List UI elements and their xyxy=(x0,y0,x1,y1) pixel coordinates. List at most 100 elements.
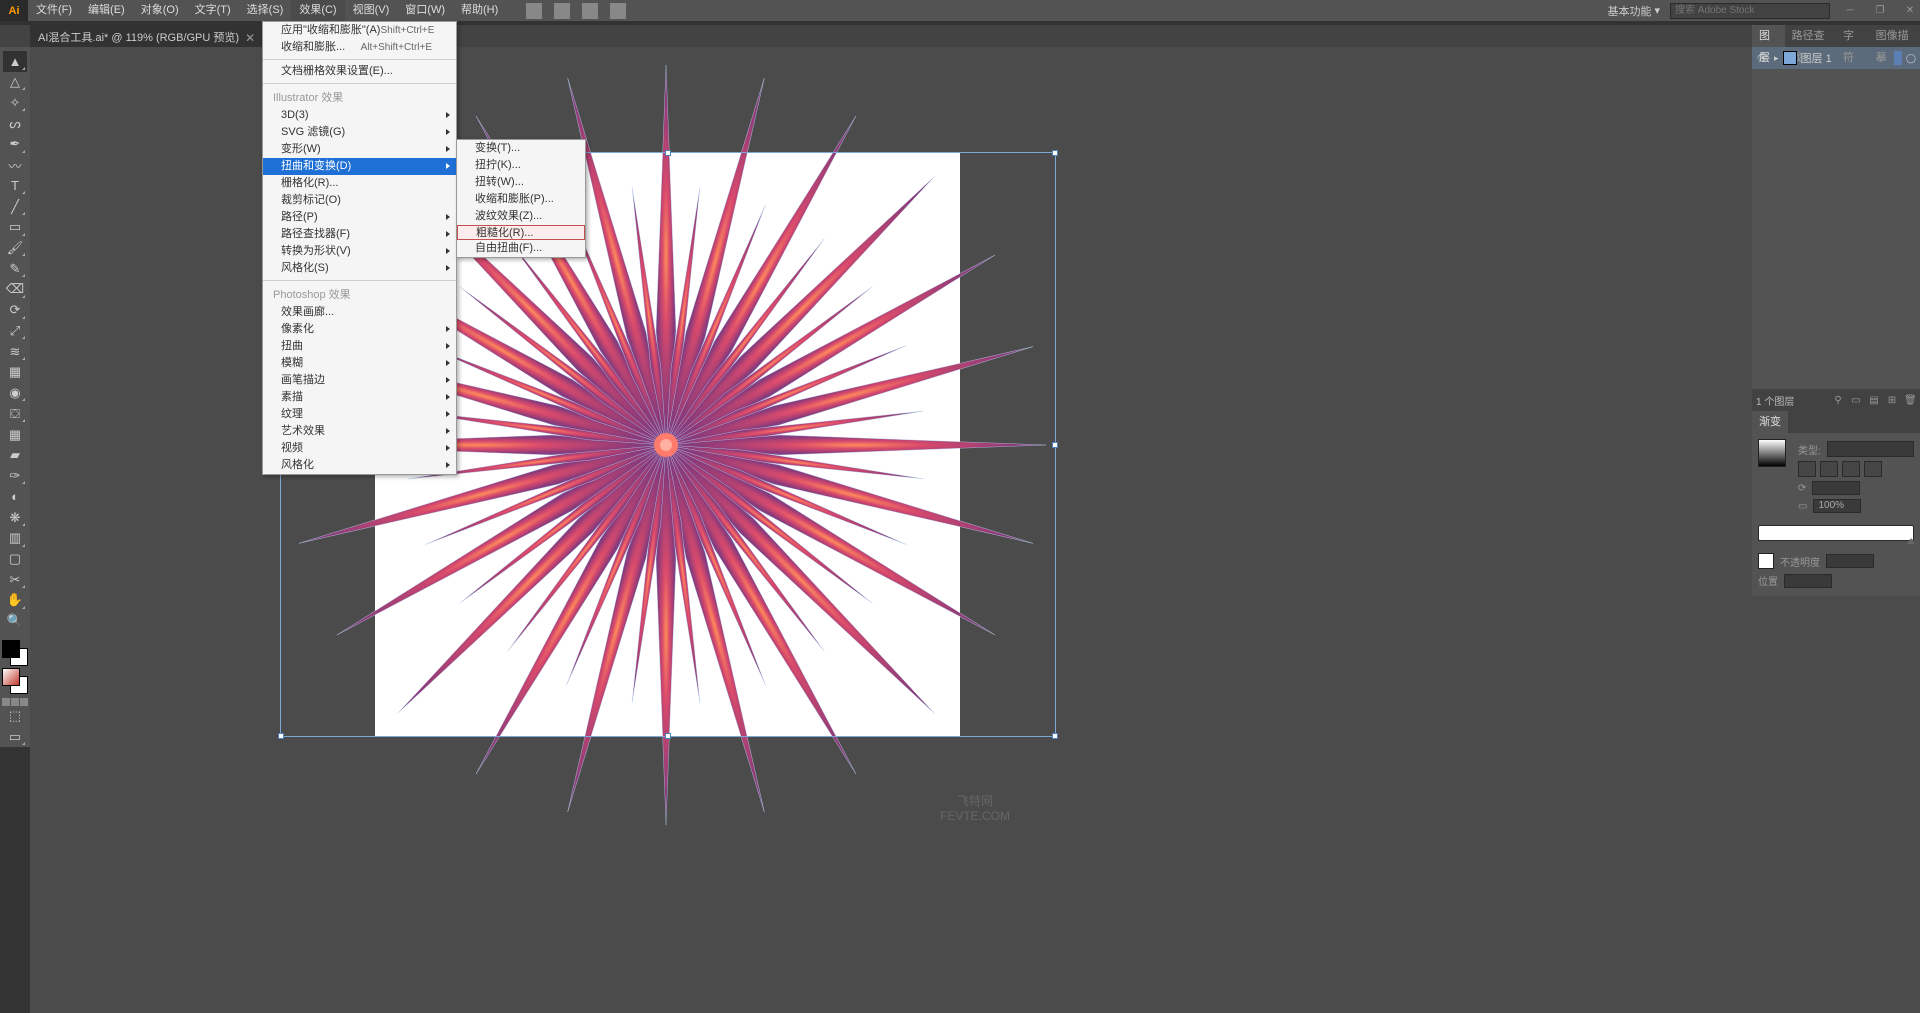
grad-align-btn[interactable] xyxy=(1842,461,1860,477)
submenu-free-distort[interactable]: 自由扭曲(F)... xyxy=(457,240,585,257)
submenu-transform[interactable]: 变换(T)... xyxy=(457,140,585,157)
window-minimize[interactable]: ─ xyxy=(1840,4,1860,18)
stop-position-input[interactable] xyxy=(1784,574,1832,588)
menu-stylize2[interactable]: 风格化 xyxy=(263,457,456,474)
line-tool[interactable]: ╱ xyxy=(3,196,27,217)
bridge-icon[interactable] xyxy=(526,3,542,19)
gradient-aspect-input[interactable]: 100% xyxy=(1813,499,1861,513)
submenu-shrink[interactable]: 收缩和膨胀(P)... xyxy=(457,191,585,208)
blend-tool[interactable]: ◐ xyxy=(3,486,27,507)
menu-select[interactable]: 选择(S) xyxy=(239,0,292,21)
sel-handle[interactable] xyxy=(1052,733,1058,739)
gradient-swatch[interactable] xyxy=(2,668,28,694)
zoom-tool[interactable]: 🔍 xyxy=(3,611,27,632)
menu-pathfinder[interactable]: 路径查找器(F) xyxy=(263,226,456,243)
clip-icon[interactable]: ▭ xyxy=(1850,395,1862,406)
lasso-tool[interactable]: ᔕ xyxy=(3,113,27,134)
gradient-angle-input[interactable] xyxy=(1812,481,1860,495)
paintbrush-tool[interactable]: 🖌 xyxy=(3,238,27,259)
tab-image-trace[interactable]: 图像描摹 xyxy=(1869,25,1920,47)
sel-handle[interactable] xyxy=(278,733,284,739)
draw-modes[interactable]: ⬚ xyxy=(3,706,27,727)
eyedropper-tool[interactable]: ✑ xyxy=(3,466,27,487)
grad-align-btn[interactable] xyxy=(1820,461,1838,477)
menu-pixelate[interactable]: 像素化 xyxy=(263,321,456,338)
screen-mode[interactable]: ▭ xyxy=(3,726,27,747)
gradient-type-select[interactable] xyxy=(1827,441,1914,457)
expand-icon[interactable]: ▸ xyxy=(1774,53,1779,64)
layer-name[interactable]: 图层 1 xyxy=(1801,50,1832,66)
layer-target-icon[interactable] xyxy=(1894,51,1902,65)
gradient-ramp[interactable] xyxy=(1758,525,1914,541)
stock-icon[interactable] xyxy=(554,3,570,19)
menu-distort-transform[interactable]: 扭曲和变换(D) xyxy=(263,158,456,175)
menu-svg[interactable]: SVG 滤镜(G) xyxy=(263,124,456,141)
delete-icon[interactable]: 🗑 xyxy=(1904,395,1916,406)
pen-tool[interactable]: ✒ xyxy=(3,134,27,155)
menu-type[interactable]: 文字(T) xyxy=(187,0,239,21)
sel-handle[interactable] xyxy=(665,150,671,156)
submenu-roughen[interactable]: 粗糙化(R)... xyxy=(457,225,585,240)
sel-handle[interactable] xyxy=(1052,442,1058,448)
curvature-tool[interactable]: 〰 xyxy=(3,155,27,176)
tab-pathfinder[interactable]: 路径查找 xyxy=(1785,25,1836,47)
menu-video[interactable]: 视频 xyxy=(263,440,456,457)
menu-object[interactable]: 对象(O) xyxy=(133,0,187,21)
menu-raster-settings[interactable]: 文档栅格效果设置(E)... xyxy=(263,63,456,80)
scale-tool[interactable]: ⤢ xyxy=(3,321,27,342)
shape-builder-tool[interactable]: ◉ xyxy=(3,383,27,404)
symbol-sprayer-tool[interactable]: ❋ xyxy=(3,507,27,528)
menu-view[interactable]: 视图(V) xyxy=(345,0,398,21)
pencil-tool[interactable]: ✎ xyxy=(3,258,27,279)
visibility-icon[interactable]: 👁 xyxy=(1756,53,1770,64)
menu-rasterize[interactable]: 栅格化(R)... xyxy=(263,175,456,192)
fill-stroke-swatch[interactable] xyxy=(2,640,28,666)
sel-handle[interactable] xyxy=(1052,150,1058,156)
workspace-selector[interactable]: 基本功能▾ xyxy=(1607,3,1660,19)
submenu-twist[interactable]: 扭转(W)... xyxy=(457,174,585,191)
menu-stylize[interactable]: 风格化(S) xyxy=(263,260,456,277)
hand-tool[interactable]: ✋ xyxy=(3,590,27,611)
mesh-tool[interactable]: ▦ xyxy=(3,424,27,445)
menu-blur[interactable]: 模糊 xyxy=(263,355,456,372)
tab-gradient[interactable]: 渐变 xyxy=(1752,411,1788,433)
artboard-tool[interactable]: ▢ xyxy=(3,549,27,570)
menu-convert-shape[interactable]: 转换为形状(V) xyxy=(263,243,456,260)
menu-effect[interactable]: 效果(C) xyxy=(291,0,344,21)
magic-wand-tool[interactable]: ✧ xyxy=(3,92,27,113)
window-close[interactable]: ✕ xyxy=(1900,4,1920,18)
stop-color-swatch[interactable] xyxy=(1758,553,1774,569)
menu-edit[interactable]: 编辑(E) xyxy=(80,0,133,21)
menu-crop-marks[interactable]: 裁剪标记(O) xyxy=(263,192,456,209)
direct-selection-tool[interactable]: △ xyxy=(3,72,27,93)
submenu-zigzag[interactable]: 波纹效果(Z)... xyxy=(457,208,585,225)
menu-brush[interactable]: 画笔描边 xyxy=(263,372,456,389)
slice-tool[interactable]: ✂ xyxy=(3,569,27,590)
width-tool[interactable]: ≋ xyxy=(3,341,27,362)
sel-handle[interactable] xyxy=(665,733,671,739)
new-layer-icon[interactable]: ⊞ xyxy=(1886,395,1898,406)
eraser-tool[interactable]: ⌫ xyxy=(3,279,27,300)
sublayer-icon[interactable]: ▤ xyxy=(1868,395,1880,406)
rectangle-tool[interactable]: ▭ xyxy=(3,217,27,238)
graph-tool[interactable]: ▥ xyxy=(3,528,27,549)
gradient-preview[interactable] xyxy=(1758,439,1786,467)
menu-path[interactable]: 路径(P) xyxy=(263,209,456,226)
tab-layers[interactable]: 图层 xyxy=(1752,25,1785,47)
menu-file[interactable]: 文件(F) xyxy=(28,0,80,21)
window-restore[interactable]: ❐ xyxy=(1870,4,1890,18)
submenu-pucker[interactable]: 扭拧(K)... xyxy=(457,157,585,174)
menu-artistic[interactable]: 艺术效果 xyxy=(263,423,456,440)
menu-3d[interactable]: 3D(3) xyxy=(263,107,456,124)
gradient-tool[interactable]: ▰ xyxy=(3,445,27,466)
perspective-tool[interactable]: ⛋ xyxy=(3,403,27,424)
menu-gallery[interactable]: 效果画廊... xyxy=(263,304,456,321)
layer-row[interactable]: 👁 ▸ 图层 1 ◯ xyxy=(1752,47,1920,69)
menu-help[interactable]: 帮助(H) xyxy=(453,0,506,21)
free-transform-tool[interactable]: ▦ xyxy=(3,362,27,383)
grad-align-btn[interactable] xyxy=(1798,461,1816,477)
feedback-icon[interactable] xyxy=(610,3,626,19)
menu-distort2[interactable]: 扭曲 xyxy=(263,338,456,355)
selection-tool[interactable]: ▲ xyxy=(3,51,27,72)
locate-icon[interactable]: ⚲ xyxy=(1832,395,1844,406)
